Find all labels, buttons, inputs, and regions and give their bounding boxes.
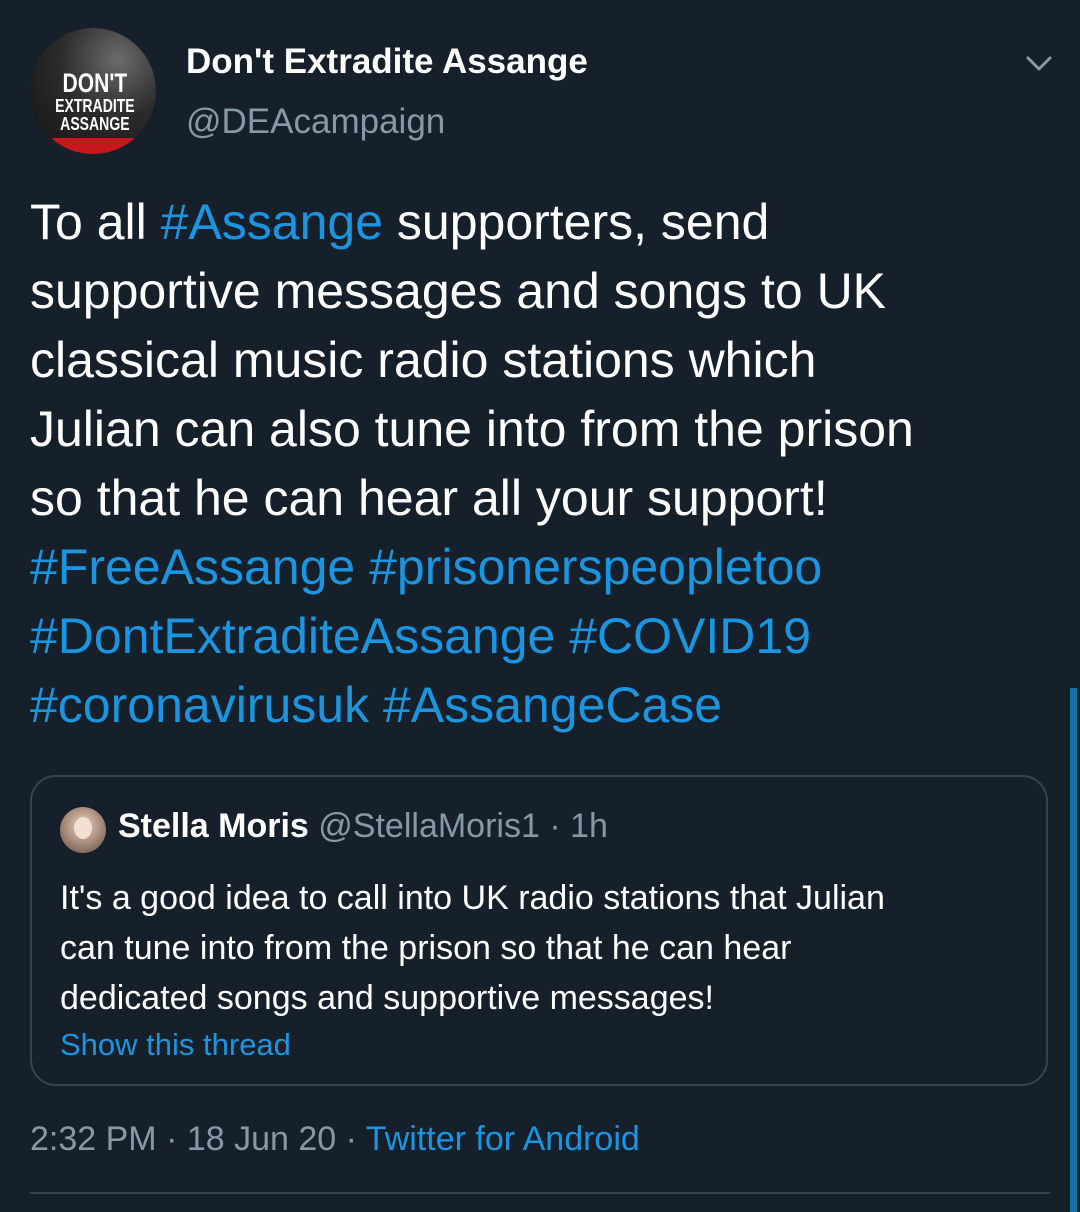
hashtag-link[interactable]: #coronavirusuk (30, 677, 369, 733)
show-thread-link[interactable]: Show this thread (60, 1027, 291, 1063)
author-display-name[interactable]: Don't Extradite Assange (186, 42, 588, 82)
quoted-tweet-text: It's a good idea to call into UK radio s… (60, 873, 1020, 1023)
tweet-text-segment (369, 677, 383, 733)
hashtag-link[interactable]: #FreeAssange (30, 539, 355, 595)
tweet-text-line: so that he can hear all your support! (30, 464, 1040, 533)
tweet-text-line: Julian can also tune into from the priso… (30, 395, 1040, 464)
quoted-tweet-card[interactable]: Stella Moris @StellaMoris1 · 1h It's a g… (30, 775, 1048, 1086)
tweet-text-segment (355, 539, 369, 595)
tweet-source-link[interactable]: Twitter for Android (366, 1120, 640, 1158)
timestamp-text[interactable]: 2:32 PM · 18 Jun 20 · (30, 1120, 366, 1158)
quoted-author-name[interactable]: Stella Moris (118, 807, 309, 845)
avatar-logo-line3: ASSANGE (60, 114, 130, 134)
quoted-tweet-line: can tune into from the prison so that he… (60, 929, 792, 967)
chevron-down-icon[interactable] (1024, 50, 1054, 76)
tweet-text-segment: so that he can hear all your support! (30, 470, 828, 526)
tweet-text-line: To all #Assange supporters, send (30, 188, 1040, 257)
hashtag-link[interactable]: #AssangeCase (383, 677, 722, 733)
tweet-text-line: #DontExtraditeAssange #COVID19 (30, 602, 1040, 671)
hashtag-link[interactable]: #DontExtraditeAssange (30, 608, 555, 664)
tweet-text-line: #FreeAssange #prisonerspeopletoo (30, 533, 1040, 602)
tweet-text-line: #coronavirusuk #AssangeCase (30, 671, 1040, 740)
tweet-text-segment: supportive messages and songs to UK (30, 263, 887, 319)
profile-avatar[interactable]: DON'T EXTRADITE ASSANGE (30, 28, 156, 154)
author-handle[interactable]: @DEAcampaign (186, 102, 445, 142)
tweet-text-line: classical music radio stations which (30, 326, 1040, 395)
tweet-text-line: supportive messages and songs to UK (30, 257, 1040, 326)
scrollbar[interactable] (1070, 688, 1077, 1212)
quoted-tweet-line: dedicated songs and supportive messages! (60, 979, 714, 1017)
quoted-author-avatar[interactable] (60, 807, 106, 853)
hashtag-link[interactable]: #Assange (161, 194, 383, 250)
tweet-text-segment: classical music radio stations which (30, 332, 817, 388)
tweet-timestamp: 2:32 PM · 18 Jun 20 · Twitter for Androi… (30, 1120, 640, 1159)
hashtag-link[interactable]: #prisonerspeopletoo (369, 539, 822, 595)
avatar-red-band (30, 138, 156, 154)
avatar-logo: DON'T EXTRADITE ASSANGE (52, 68, 138, 134)
avatar-logo-line2: EXTRADITE (55, 96, 135, 116)
tweet-text-segment: supporters, send (383, 194, 770, 250)
quoted-tweet-header: Stella Moris @StellaMoris1 · 1h (118, 807, 608, 846)
avatar-logo-line1: DON'T (62, 68, 128, 98)
divider (30, 1192, 1050, 1194)
tweet-text-segment: To all (30, 194, 161, 250)
tweet-text: To all #Assange supporters, send supporti… (30, 188, 1040, 740)
tweet-text-segment: Julian can also tune into from the priso… (30, 401, 914, 457)
tweet: DON'T EXTRADITE ASSANGE Don't Extradite … (0, 0, 1080, 1212)
hashtag-link[interactable]: #COVID19 (569, 608, 811, 664)
quoted-author-handle-time: @StellaMoris1 · 1h (308, 807, 608, 845)
avatar-face (74, 817, 92, 839)
quoted-tweet-line: It's a good idea to call into UK radio s… (60, 879, 885, 917)
tweet-text-segment (555, 608, 569, 664)
